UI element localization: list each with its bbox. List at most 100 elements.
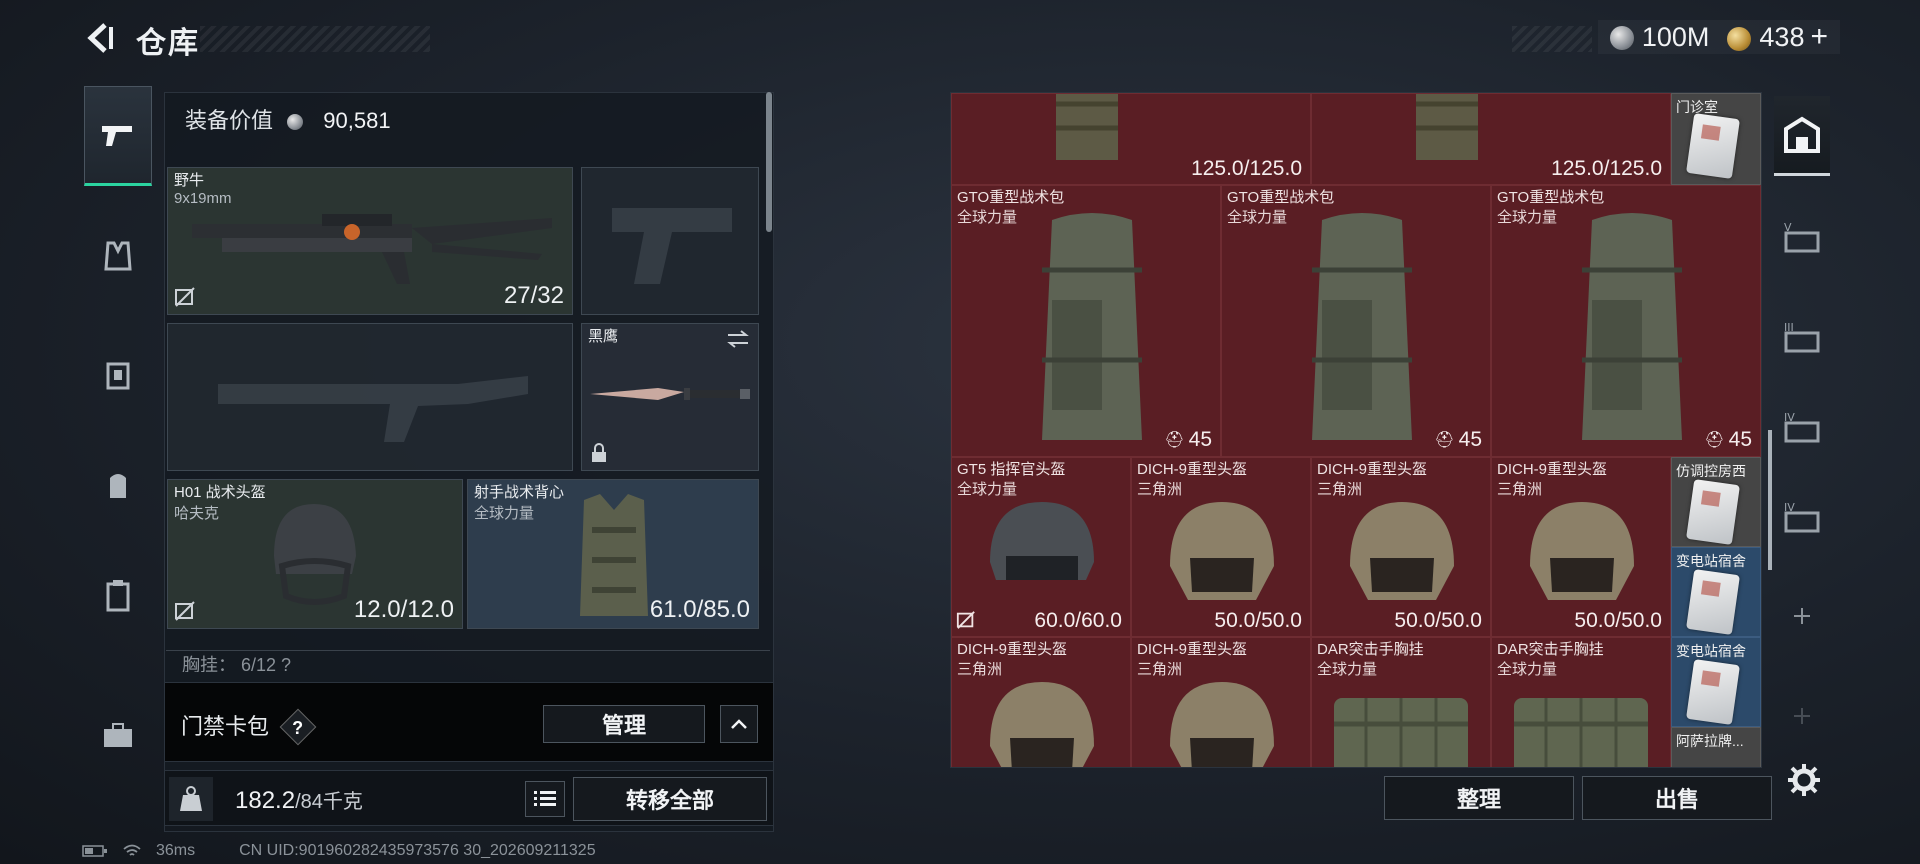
tab-container[interactable] — [84, 546, 152, 646]
knife-image — [590, 388, 750, 400]
tab-storage-iv-a[interactable]: IV — [1774, 386, 1830, 466]
storage-iii-icon: III — [1784, 321, 1820, 353]
tab-backpack[interactable] — [84, 436, 152, 536]
storage-item[interactable]: DICH-9重型头盔 三角洲 50.0/50.0 — [1131, 457, 1311, 637]
card-image — [1686, 569, 1740, 635]
access-card-item[interactable]: 仿调控房西 — [1671, 457, 1761, 547]
add-storage-page-button[interactable] — [1774, 676, 1830, 756]
tab-storage-iii[interactable]: III — [1774, 296, 1830, 376]
silver-coin-icon — [287, 114, 304, 131]
item-count: ⛑ 45 — [1434, 428, 1482, 451]
storage-v-icon: V — [1784, 221, 1820, 253]
storage-item[interactable]: DAR突击手胸挂 全球力量 — [1491, 637, 1671, 767]
gold-coin-icon — [1727, 26, 1752, 51]
storage-iv-icon: IV — [1784, 501, 1820, 533]
backpack-icon — [110, 474, 126, 498]
helmet-image — [274, 504, 356, 605]
sort-button[interactable]: 整理 — [1384, 776, 1574, 820]
help-icon[interactable]: ? — [279, 708, 317, 746]
currency-display: 100M 438 + — [1597, 20, 1840, 54]
tab-toolbox[interactable] — [84, 686, 152, 786]
tab-storage-main[interactable] — [1774, 96, 1830, 176]
silver-currency: 100M — [1609, 22, 1709, 53]
pistol-slot[interactable] — [581, 167, 759, 315]
back-button[interactable] — [80, 18, 120, 58]
storage-item[interactable]: DICH-9重型头盔 三角洲 — [951, 637, 1131, 767]
manage-button[interactable]: 管理 — [543, 705, 705, 743]
storage-item[interactable]: GT5 指挥官头盔 全球力量 60.0/60.0 — [951, 457, 1131, 637]
plus-icon — [1794, 708, 1810, 724]
helmet-image — [1350, 502, 1454, 600]
helmet-slot[interactable]: H01 战术头盔 哈夫克 12.0/12.0 — [167, 479, 463, 629]
ping-value: 36ms — [156, 842, 196, 859]
helmet-small-icon: ⛑ — [1434, 432, 1455, 449]
equipment-scrollbar[interactable] — [766, 92, 772, 232]
access-card-item[interactable]: 变电站宿舍 — [1671, 547, 1761, 637]
chest-rig-image — [1514, 698, 1648, 767]
storage-item[interactable]: DAR突击手胸挂 全球力量 — [1311, 637, 1491, 767]
card-bag-bar: 门禁卡包 ? 管理 — [164, 682, 774, 762]
secondary-weapon-slot[interactable] — [167, 323, 573, 471]
equipment-category-rail — [84, 86, 152, 806]
header-decoration — [1512, 26, 1592, 52]
melee-slot[interactable]: 黑鹰 — [581, 323, 759, 471]
silver-coin-icon — [1609, 26, 1634, 51]
transfer-all-button[interactable]: 转移全部 — [573, 777, 767, 821]
storage-iv-icon: IV — [1784, 411, 1820, 443]
gear-icon — [1788, 764, 1820, 796]
backpack-image — [1056, 94, 1118, 160]
storage-item[interactable]: 125.0/125.0 — [1311, 93, 1671, 185]
helmet-image — [1170, 682, 1274, 767]
storage-item[interactable]: GTO重型战术包 全球力量 ⛑ 45 — [951, 185, 1221, 457]
storage-page-rail: V III IV IV — [1774, 96, 1830, 816]
chest-rig-slot[interactable]: 胸挂： 6/12 ? — [166, 650, 770, 672]
backpack-image — [1582, 213, 1682, 440]
settings-button[interactable] — [1782, 758, 1826, 802]
gold-currency[interactable]: 438 + — [1727, 20, 1828, 54]
card-image — [1686, 113, 1740, 179]
uid-text: CN UID:901960282435973576 30_20260921132… — [239, 842, 596, 859]
storage-item[interactable]: DICH-9重型头盔 三角洲 — [1131, 637, 1311, 767]
warehouse-icon — [1784, 116, 1820, 153]
add-currency-button[interactable]: + — [1810, 20, 1828, 53]
helmet-small-icon: ⛑ — [1704, 432, 1725, 449]
access-card-item[interactable]: 阿萨拉牌... — [1671, 727, 1761, 767]
swap-icon — [727, 330, 749, 348]
collapse-button[interactable] — [720, 705, 758, 743]
status-bar: 36ms CN UID:901960282435973576 30_202609… — [82, 842, 596, 860]
storage-item[interactable]: GTO重型战术包 全球力量 ⛑ 45 — [1221, 185, 1491, 457]
storage-item[interactable]: GTO重型战术包 全球力量 ⛑ 45 — [1491, 185, 1761, 457]
battery-icon — [82, 845, 107, 857]
wifi-icon — [123, 844, 141, 856]
card-image — [1686, 479, 1740, 545]
tab-storage-v[interactable]: V — [1774, 196, 1830, 276]
chevron-up-icon — [731, 719, 747, 729]
helmet-image — [990, 682, 1094, 767]
insurance-off-icon — [175, 287, 195, 307]
card-image — [1686, 659, 1740, 725]
access-card-item[interactable]: 变电站宿舍 — [1671, 637, 1761, 727]
storage-item[interactable]: DICH-9重型头盔 三角洲 50.0/50.0 — [1311, 457, 1491, 637]
equipment-value: 装备价值 90,581 — [185, 108, 391, 133]
backpack-image — [1312, 213, 1412, 440]
smg-image — [192, 214, 552, 284]
storage-item[interactable]: DICH-9重型头盔 三角洲 50.0/50.0 — [1491, 457, 1671, 637]
helmet-small-icon: ⛑ — [1164, 432, 1185, 449]
tab-weapons[interactable] — [84, 86, 152, 186]
tab-storage-iv-b[interactable]: IV — [1774, 476, 1830, 556]
tab-vest[interactable] — [84, 206, 152, 306]
item-count: ⛑ 45 — [1704, 428, 1752, 451]
item-count: ⛑ 45 — [1164, 428, 1212, 451]
sell-button[interactable]: 出售 — [1582, 776, 1772, 820]
tab-armor[interactable] — [84, 326, 152, 426]
list-view-button[interactable] — [525, 781, 565, 817]
armor-slot[interactable]: 射手战术背心 全球力量 61.0/85.0 — [467, 479, 759, 629]
storage-item[interactable]: 125.0/125.0 — [951, 93, 1311, 185]
backpack-image — [1042, 213, 1142, 440]
access-card-item[interactable]: 门诊室 — [1671, 93, 1761, 185]
helmet-image — [1170, 502, 1274, 600]
storage-scrollbar[interactable] — [1768, 430, 1772, 570]
add-storage-page-button[interactable] — [1774, 576, 1830, 656]
primary-weapon-slot[interactable]: 野牛 9x19mm 27/32 — [167, 167, 573, 315]
backpack-image — [1416, 94, 1478, 160]
